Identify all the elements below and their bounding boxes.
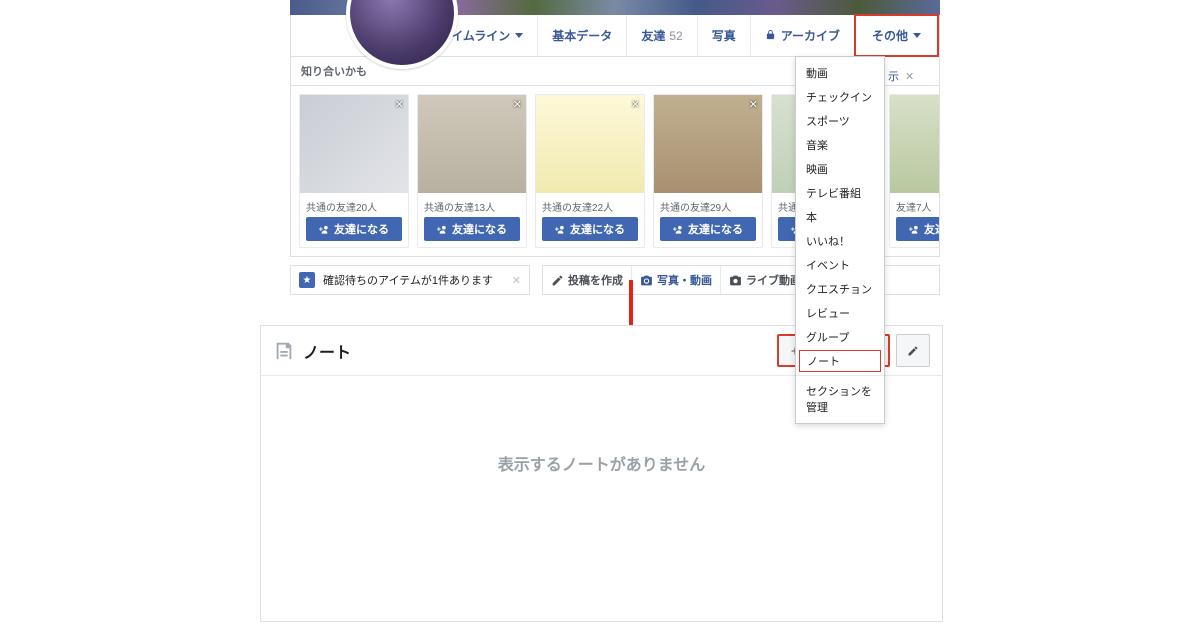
chevron-down-icon (515, 33, 523, 38)
button-label: 友達になる (570, 221, 625, 237)
composer-label: 投稿を作成 (568, 272, 623, 288)
button-label: 友達になる (334, 221, 389, 237)
chevron-down-icon (913, 33, 921, 38)
close-icon[interactable]: ✕ (631, 98, 640, 111)
dropdown-item-groups[interactable]: グループ (796, 325, 884, 349)
mutual-friends: 共通の友達13人 (418, 193, 526, 213)
pending-text: 確認待ちのアイテムが1件あります (323, 272, 493, 288)
friends-count: 52 (669, 29, 682, 43)
close-icon[interactable]: ✕ (512, 274, 521, 287)
dropdown-item-question[interactable]: クエスチョン (796, 277, 884, 301)
tab-photos[interactable]: 写真 (697, 15, 750, 56)
tab-friends[interactable]: 友達 52 (626, 15, 696, 56)
dropdown-item-reviews[interactable]: レビュー (796, 301, 884, 325)
close-icon[interactable]: ✕ (513, 98, 522, 111)
button-label: 友達になる (924, 221, 940, 237)
close-icon[interactable]: ✕ (905, 70, 914, 83)
suggestion-photo[interactable]: ✕ (300, 95, 408, 193)
empty-text: 表示するノートがありません (498, 451, 706, 475)
dropdown-item-video[interactable]: 動画 (796, 61, 884, 85)
tab-about[interactable]: 基本データ (537, 15, 626, 56)
button-label: 友達になる (452, 221, 507, 237)
dropdown-item-movies[interactable]: 映画 (796, 157, 884, 181)
button-label: 友達になる (688, 221, 743, 237)
lock-icon (765, 29, 776, 43)
star-icon: ★ (299, 272, 315, 288)
dropdown-item-tv[interactable]: テレビ番組 (796, 181, 884, 205)
notes-title-text: ノート (303, 339, 351, 363)
tab-label: 基本データ (552, 27, 612, 44)
tab-label: 写真 (712, 27, 736, 44)
pending-items-notice[interactable]: ★ 確認待ちのアイテムが1件あります ✕ (290, 265, 530, 295)
suggestion-card: ✕ 共通の友達22人 友達になる (535, 94, 645, 248)
mutual-friends: 共通の友達29人 (654, 193, 762, 213)
tab-other[interactable]: その他 (854, 14, 939, 57)
suggestion-card: ✕ 共通の友達29人 友達になる (653, 94, 763, 248)
add-friend-button[interactable]: 友達になる (896, 217, 940, 241)
tab-label: アーカイブ (781, 27, 840, 44)
mutual-friends: 友達7人 (890, 193, 940, 213)
mutual-friends: 共通の友達22人 (536, 193, 644, 213)
dropdown-item-sports[interactable]: スポーツ (796, 109, 884, 133)
profile-tab-bar: タイムライン 基本データ 友達 52 写真 アーカイブ その他 (290, 15, 940, 57)
suggestion-card: ✕ 共通の友達20人 友達になる (299, 94, 409, 248)
composer-label: 写真・動画 (657, 272, 712, 288)
dropdown-item-music[interactable]: 音楽 (796, 133, 884, 157)
dropdown-divider (796, 375, 884, 376)
close-icon[interactable]: ✕ (749, 98, 758, 111)
dropdown-item-notes[interactable]: ノート (799, 350, 881, 372)
mutual-friends: 共通の友達20人 (300, 193, 408, 213)
pencil-icon (907, 345, 919, 357)
notes-title: ノート (273, 339, 351, 363)
composer-label: ライブ動画 (746, 272, 801, 288)
suggestion-photo[interactable]: ✕ (654, 95, 762, 193)
suggestion-photo[interactable]: ✕ (536, 95, 644, 193)
dropdown-item-manage-sections[interactable]: セクションを管理 (796, 379, 884, 419)
toggle-label: 示 (888, 68, 899, 84)
note-icon (273, 340, 295, 362)
close-icon[interactable]: ✕ (395, 98, 404, 111)
toggle-display-fragment[interactable]: 示 ✕ (888, 68, 914, 84)
other-dropdown: 動画 チェックイン スポーツ 音楽 映画 テレビ番組 本 いいね！ イベント ク… (795, 56, 885, 424)
add-friend-button[interactable]: 友達になる (424, 217, 520, 241)
dropdown-item-events[interactable]: イベント (796, 253, 884, 277)
tab-label: 友達 (641, 27, 665, 44)
suggestion-card: 友達7人 友達になる (889, 94, 940, 248)
add-friend-button[interactable]: 友達になる (306, 217, 402, 241)
dropdown-item-books[interactable]: 本 (796, 205, 884, 229)
suggestion-card: ✕ 共通の友達13人 友達になる (417, 94, 527, 248)
dropdown-item-checkin[interactable]: チェックイン (796, 85, 884, 109)
tab-archive[interactable]: アーカイブ (750, 15, 854, 56)
add-friend-button[interactable]: 友達になる (542, 217, 638, 241)
suggestion-photo[interactable] (890, 95, 940, 193)
add-friend-button[interactable]: 友達になる (660, 217, 756, 241)
dropdown-item-likes[interactable]: いいね！ (796, 229, 884, 253)
tab-label: その他 (872, 27, 908, 44)
edit-note-button[interactable] (896, 334, 930, 367)
suggestion-photo[interactable]: ✕ (418, 95, 526, 193)
